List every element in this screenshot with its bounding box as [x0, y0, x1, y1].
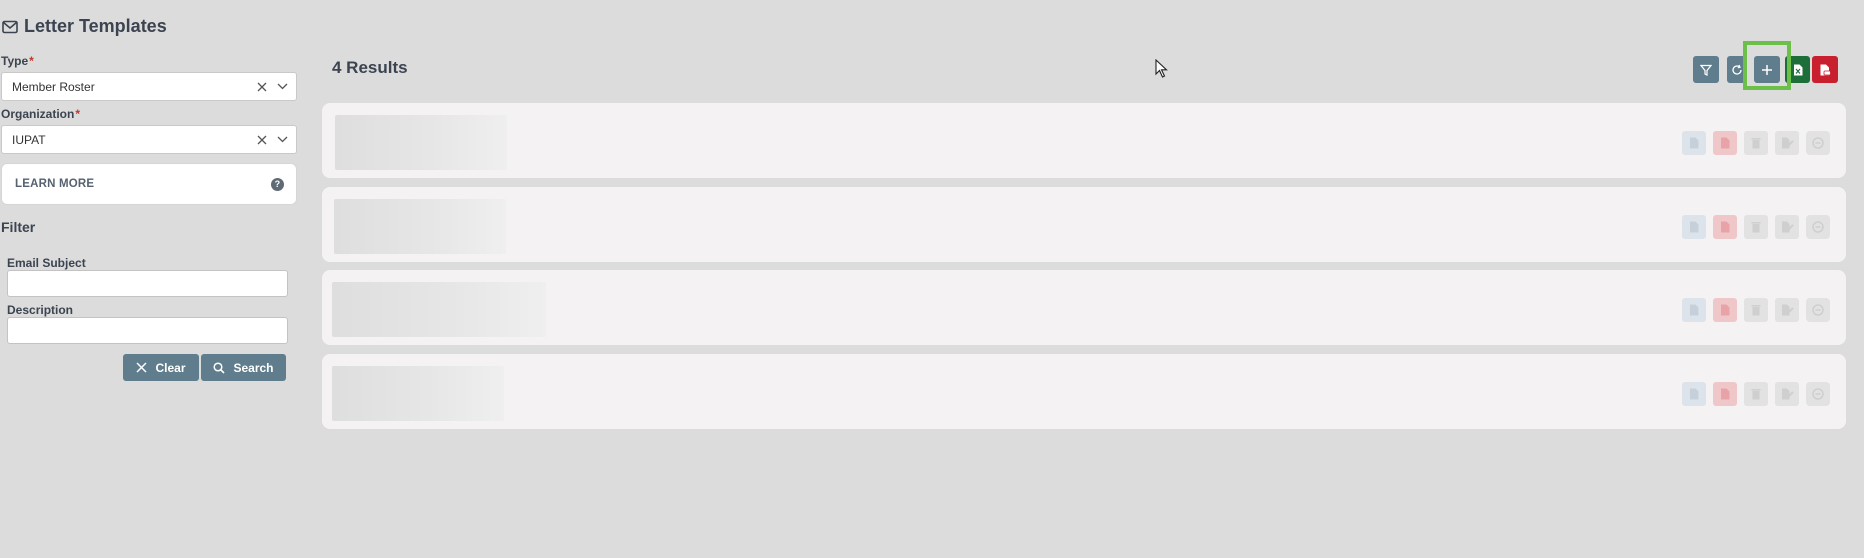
row-actions — [1682, 131, 1830, 155]
description-label: Description — [7, 303, 74, 317]
document-button[interactable] — [1682, 298, 1706, 322]
pdf-icon — [1721, 221, 1730, 233]
chevron-down-icon[interactable] — [277, 83, 288, 90]
edit-file-icon — [1781, 221, 1794, 233]
clear-button[interactable]: Clear — [123, 354, 199, 381]
results-count: 4 Results — [332, 58, 408, 77]
document-icon — [1690, 221, 1699, 233]
pdf-button[interactable] — [1713, 382, 1737, 406]
filter-icon — [1700, 64, 1712, 76]
document-icon — [1690, 388, 1699, 400]
trash-icon — [1751, 138, 1761, 149]
chevron-down-icon[interactable] — [277, 136, 288, 143]
trash-icon — [1751, 305, 1761, 316]
document-button[interactable] — [1682, 382, 1706, 406]
edit-file-button[interactable] — [1775, 131, 1799, 155]
add-button[interactable] — [1754, 56, 1780, 83]
close-icon — [136, 362, 148, 373]
organization-select-value: IUPAT — [12, 132, 46, 147]
edit-file-icon — [1781, 304, 1794, 316]
loading-placeholder — [334, 199, 506, 254]
disable-icon — [1812, 137, 1824, 149]
filter-title: Filter — [1, 219, 36, 235]
excel-export-icon — [1793, 64, 1802, 75]
excel-export-button[interactable] — [1785, 56, 1810, 83]
loading-placeholder — [332, 366, 504, 421]
type-select-value: Member Roster — [12, 79, 95, 94]
edit-file-button[interactable] — [1775, 298, 1799, 322]
clear-icon[interactable] — [257, 82, 267, 92]
envelope-icon — [2, 20, 18, 33]
document-icon — [1690, 137, 1699, 149]
disable-button[interactable] — [1806, 382, 1830, 406]
document-button[interactable] — [1682, 131, 1706, 155]
sidebar: Letter Templates Type* Member Roster Org… — [0, 0, 300, 558]
trash-button[interactable] — [1744, 131, 1768, 155]
clear-button-label: Clear — [155, 360, 186, 375]
pdf-icon — [1721, 388, 1730, 400]
edit-file-button[interactable] — [1775, 382, 1799, 406]
pdf-button[interactable] — [1713, 131, 1737, 155]
search-icon — [213, 361, 226, 374]
mouse-cursor-icon — [1155, 59, 1168, 78]
edit-file-icon — [1781, 388, 1794, 400]
disable-button[interactable] — [1806, 298, 1830, 322]
search-button[interactable]: Search — [201, 354, 286, 381]
learn-more-panel[interactable]: LEARN MORE ? — [1, 163, 297, 205]
search-button-label: Search — [233, 360, 274, 375]
add-icon — [1762, 64, 1772, 75]
row-actions — [1682, 298, 1830, 322]
filter-button[interactable] — [1693, 56, 1719, 83]
disable-icon — [1812, 304, 1824, 316]
loading-placeholder — [332, 282, 546, 337]
loading-placeholder — [335, 115, 507, 170]
disable-icon — [1812, 388, 1824, 400]
pdf-export-icon — [1820, 64, 1831, 75]
description-input[interactable] — [7, 317, 288, 344]
table-row[interactable] — [322, 354, 1846, 429]
page-title: Letter Templates — [2, 16, 167, 37]
email-subject-input[interactable] — [7, 270, 288, 297]
type-label: Type* — [1, 54, 34, 68]
table-row[interactable] — [322, 187, 1846, 262]
trash-button[interactable] — [1744, 382, 1768, 406]
disable-button[interactable] — [1806, 215, 1830, 239]
organization-label: Organization* — [1, 107, 81, 121]
organization-select[interactable]: IUPAT — [1, 125, 297, 154]
disable-button[interactable] — [1806, 131, 1830, 155]
email-subject-label: Email Subject — [7, 256, 86, 270]
type-select[interactable]: Member Roster — [1, 72, 297, 101]
document-icon — [1690, 304, 1699, 316]
refresh-icon — [1732, 64, 1742, 75]
page-title-text: Letter Templates — [24, 16, 167, 36]
trash-button[interactable] — [1744, 298, 1768, 322]
table-row[interactable] — [322, 103, 1846, 178]
row-actions — [1682, 382, 1830, 406]
clear-icon[interactable] — [257, 135, 267, 145]
table-row[interactable] — [322, 270, 1846, 345]
row-actions — [1682, 215, 1830, 239]
trash-icon — [1751, 389, 1761, 400]
learn-more-label: LEARN MORE — [15, 178, 95, 190]
refresh-button[interactable] — [1727, 56, 1747, 83]
pdf-export-button[interactable] — [1812, 56, 1838, 83]
trash-icon — [1751, 222, 1761, 233]
trash-button[interactable] — [1744, 215, 1768, 239]
edit-file-button[interactable] — [1775, 215, 1799, 239]
disable-icon — [1812, 221, 1824, 233]
pdf-button[interactable] — [1713, 298, 1737, 322]
pdf-icon — [1721, 137, 1730, 149]
pdf-button[interactable] — [1713, 215, 1737, 239]
help-icon[interactable]: ? — [271, 177, 284, 191]
edit-file-icon — [1781, 137, 1794, 149]
document-button[interactable] — [1682, 215, 1706, 239]
pdf-icon — [1721, 304, 1730, 316]
